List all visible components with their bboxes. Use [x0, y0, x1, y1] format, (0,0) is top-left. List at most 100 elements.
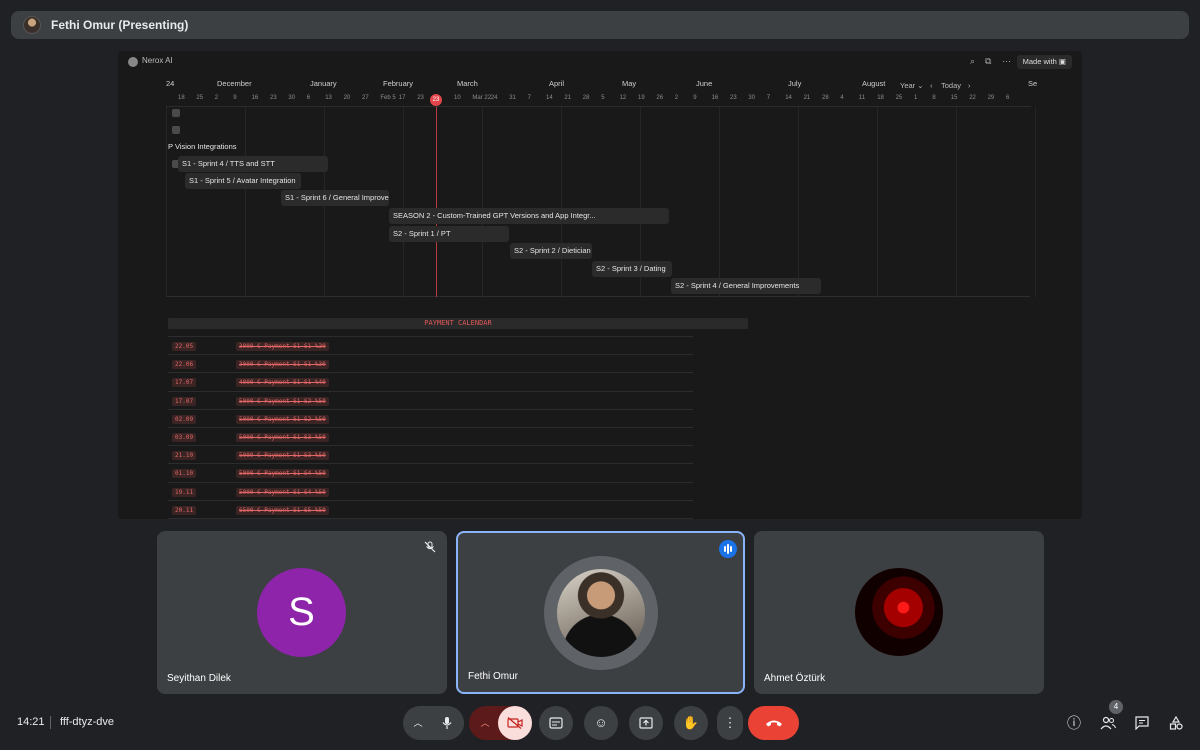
table-row[interactable]: 22.06 3000-€ Payment S1-S1 %30 — [168, 355, 693, 374]
payment-date: 20.11 — [172, 505, 197, 515]
day-label: 27 — [362, 95, 369, 101]
task-bar[interactable]: P Vision Integrations — [164, 139, 324, 155]
month-label: April — [549, 79, 565, 88]
payment-date: 21.10 — [172, 451, 197, 461]
payment-description: 5000-€ Payment S1-S3 %50 — [236, 451, 329, 461]
payment-date: 03.09 — [172, 432, 197, 442]
day-label: 2 — [214, 95, 219, 101]
day-label: 25 — [196, 95, 204, 101]
emoji-button[interactable]: ☺ — [584, 706, 618, 740]
end-call-button[interactable] — [748, 706, 799, 740]
today-line — [436, 107, 437, 297]
table-row[interactable]: 02.09 5000-€ Payment S1-S2 %50 — [168, 410, 693, 428]
chevron-up-icon[interactable]: ︿ — [408, 706, 428, 740]
payment-description: 3000-€ Payment S1-S1 %30 — [236, 342, 329, 351]
meeting-info-icon[interactable]: ⓘ — [1063, 712, 1085, 734]
day-label: 30 — [748, 95, 756, 101]
day-label: 23 — [270, 95, 277, 101]
presenter-name: Fethi Omur (Presenting) — [51, 18, 189, 32]
grid-line — [798, 107, 799, 297]
more-icon[interactable]: ⋯ — [1002, 56, 1011, 67]
month-label: Se — [1028, 79, 1038, 88]
table-row[interactable]: 01.10 5000-€ Payment S1-S4 %50 — [168, 464, 693, 483]
prev-arrow-icon[interactable]: ‹ — [930, 81, 933, 90]
divider — [50, 716, 51, 729]
day-label: 6 — [1006, 95, 1010, 101]
day-label: 11 — [858, 95, 866, 101]
day-label: 13 — [325, 95, 332, 101]
raise-hand-button[interactable]: ✋ — [674, 706, 708, 740]
search-icon[interactable]: ⌕ — [970, 56, 975, 67]
chat-icon[interactable] — [1131, 712, 1153, 734]
table-row[interactable]: 17.07 5000-€ Payment S1-S2 %50 — [168, 392, 693, 410]
meeting-clock: 14:21 — [17, 716, 45, 728]
copy-icon[interactable]: ⧉ — [985, 56, 991, 67]
made-with-badge[interactable]: Made with ▣ — [1016, 55, 1072, 69]
activities-icon[interactable] — [1165, 712, 1187, 734]
present-screen-button[interactable] — [629, 706, 663, 740]
task-bar[interactable]: SEASON 2 - Custom-Trained GPT Versions a… — [389, 208, 669, 224]
next-arrow-icon[interactable]: › — [968, 81, 971, 90]
day-label: 23 — [417, 95, 424, 101]
people-icon[interactable] — [1097, 712, 1119, 734]
day-label: 30 — [288, 95, 296, 101]
table-row[interactable]: 20.11 6500-€ Payment S1-S5 %50 — [168, 501, 693, 519]
task-bar[interactable]: S1 - Sprint 4 / TTS and STT — [178, 156, 328, 172]
day-label: 18 — [877, 95, 884, 101]
table-row[interactable]: 21.10 5000-€ Payment S1-S3 %50 — [168, 446, 693, 465]
month-label: August — [862, 79, 886, 88]
table-row[interactable]: 19.11 5000-€ Payment S1-S4 %50 — [168, 483, 693, 501]
table-row[interactable]: 17.07 4000-€ Payment S1-S1 %40 — [168, 373, 693, 392]
year-select[interactable]: Year ⌄ — [900, 81, 924, 90]
grid-line — [1035, 107, 1036, 297]
mic-button[interactable] — [430, 706, 464, 740]
month-label: December — [217, 79, 252, 88]
day-label: 18 — [178, 95, 185, 101]
table-row[interactable]: 22.05 3000-€ Payment S1-S1 %30 — [168, 337, 693, 356]
speaking-indicator-icon — [719, 540, 737, 558]
task-bar[interactable]: S1 - Sprint 6 / General Improvements — [281, 190, 389, 206]
month-label: 24 — [166, 79, 175, 88]
presenter-bar: Fethi Omur (Presenting) — [11, 11, 1189, 39]
app-name: Nerox AI — [142, 56, 173, 65]
participant-tile-seyithan[interactable]: S Seyithan Dilek — [157, 531, 447, 694]
month-label: July — [788, 79, 802, 88]
day-label: 15 — [950, 95, 958, 101]
today-button[interactable]: Today — [941, 81, 961, 90]
grid-line — [561, 107, 562, 297]
task-bar[interactable]: S2 - Sprint 2 / Dietician — [510, 243, 592, 259]
payment-description: 3000-€ Payment S1-S1 %30 — [236, 360, 329, 370]
camera-off-button[interactable] — [498, 706, 532, 740]
task-bar[interactable]: S2 - Sprint 1 / PT — [389, 226, 509, 242]
payment-date: 01.10 — [172, 469, 197, 479]
payment-date: 22.05 — [172, 342, 197, 351]
day-label: 21 — [564, 95, 572, 101]
task-bar[interactable]: S2 - Sprint 3 / Dating — [592, 261, 672, 277]
collapse-toggle[interactable] — [172, 109, 180, 117]
table-row[interactable]: 03.09 5000-€ Payment S1-S3 %50 — [168, 428, 693, 447]
nerox-logo-icon — [128, 57, 138, 67]
grid-line — [956, 107, 957, 297]
day-label: 28 — [582, 95, 590, 101]
chevron-up-icon[interactable]: ︿ — [475, 706, 495, 740]
day-label: 29 — [987, 95, 995, 101]
captions-button[interactable] — [539, 706, 573, 740]
day-label: 4 — [840, 95, 844, 101]
month-label: June — [696, 79, 713, 88]
task-bar[interactable]: S1 - Sprint 5 / Avatar Integration — [185, 173, 301, 189]
month-label: February — [383, 79, 414, 88]
day-label: 12 — [619, 95, 627, 101]
mic-off-icon — [423, 541, 437, 555]
participant-name: Fethi Omur — [468, 671, 519, 682]
more-options-icon[interactable]: ⋮ — [717, 706, 743, 740]
participant-tile-ahmet[interactable]: Ahmet Öztürk — [754, 531, 1044, 694]
day-label: 16 — [251, 95, 259, 101]
participant-tile-fethi[interactable]: Fethi Omur — [456, 531, 745, 694]
task-bar[interactable]: S2 - Sprint 4 / General Improvements — [671, 278, 821, 294]
day-label: 8 — [932, 95, 936, 101]
avatar — [557, 569, 645, 657]
day-label: 9 — [693, 95, 697, 101]
collapse-toggle[interactable] — [172, 126, 180, 134]
day-label: 22 — [969, 95, 976, 101]
people-count-badge: 4 — [1109, 700, 1123, 714]
